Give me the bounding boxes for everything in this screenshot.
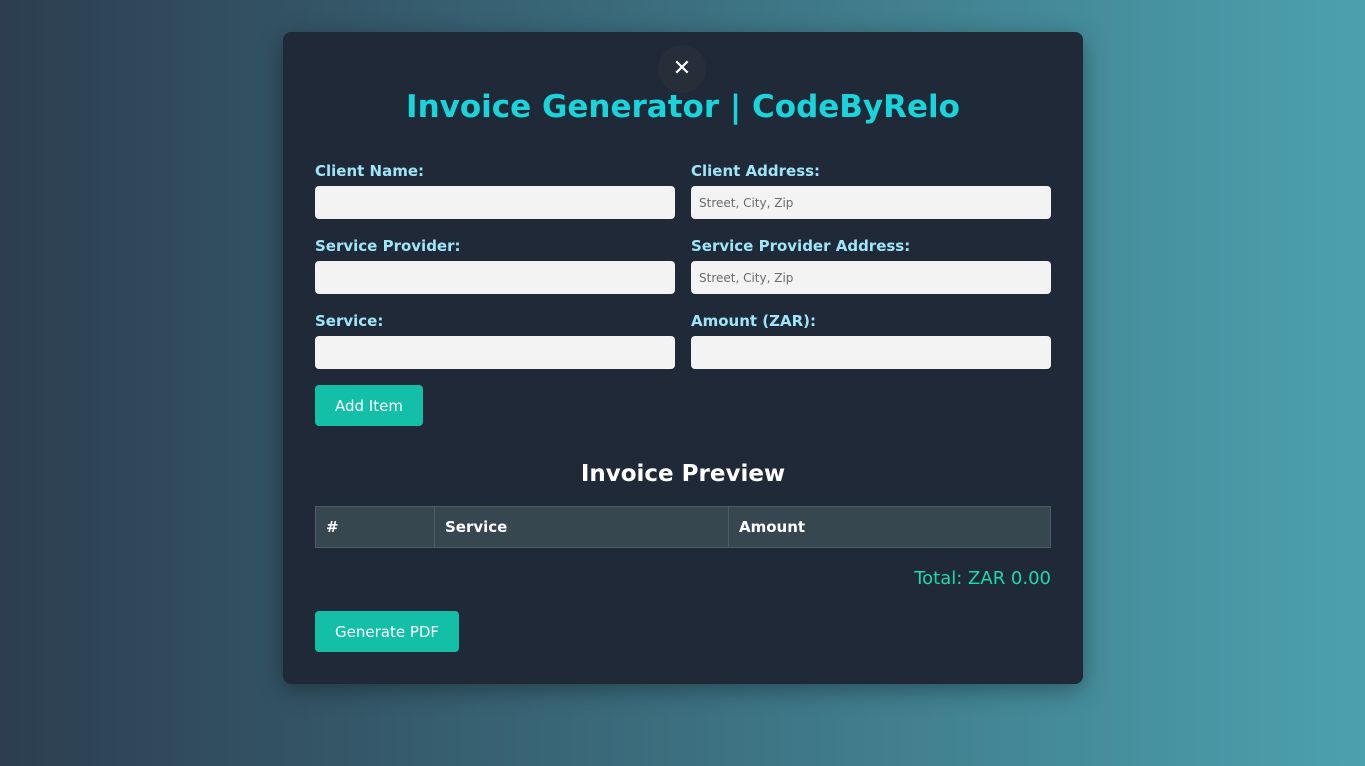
invoice-total: Total: ZAR 0.00 [914, 568, 1051, 589]
service-provider-input[interactable] [315, 261, 675, 294]
invoice-modal: ✕ Invoice Generator | CodeByRelo Client … [283, 32, 1083, 684]
generate-pdf-button[interactable]: Generate PDF [315, 611, 460, 652]
close-icon[interactable]: ✕ [673, 56, 691, 81]
page-title: Invoice Generator | CodeByRelo [406, 89, 960, 125]
invoice-preview-title: Invoice Preview [580, 461, 786, 487]
service-label: Service: [315, 312, 384, 330]
table-header-row: # Service Amount [315, 506, 1051, 548]
invoice-preview-table: # Service Amount [315, 506, 1051, 548]
service-provider-address-label: Service Provider Address: [691, 237, 911, 255]
client-name-label: Client Name: [315, 162, 425, 180]
column-header-number: # [315, 506, 435, 548]
amount-label: Amount (ZAR): [691, 312, 817, 330]
amount-input[interactable] [691, 336, 1051, 369]
service-provider-label: Service Provider: [315, 237, 461, 255]
client-address-label: Client Address: [691, 162, 821, 180]
close-button[interactable]: ✕ [658, 45, 706, 93]
column-header-amount: Amount [728, 506, 1051, 548]
client-address-input[interactable] [691, 186, 1051, 219]
client-name-input[interactable] [315, 186, 675, 219]
service-input[interactable] [315, 336, 675, 369]
column-header-service: Service [434, 506, 729, 548]
add-item-button[interactable]: Add Item [315, 385, 423, 426]
service-provider-address-input[interactable] [691, 261, 1051, 294]
